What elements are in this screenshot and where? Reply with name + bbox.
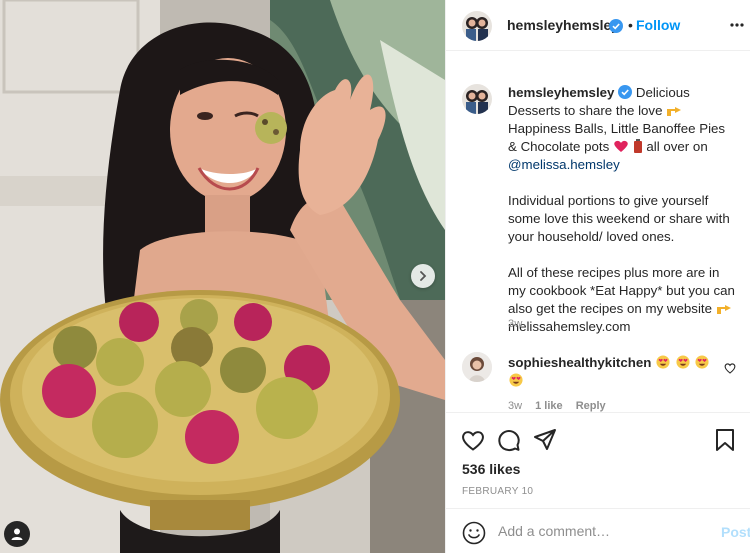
likes-count[interactable]: 536 likes (462, 461, 520, 477)
avatar-image (462, 11, 492, 41)
pointing-hand-icon (667, 107, 682, 116)
comment-username[interactable]: sophieshealthykitchen (508, 355, 651, 370)
instagram-post: hemsleyhemsley • Follow hemsleyhemsley D… (0, 0, 750, 553)
follow-button[interactable]: Follow (636, 17, 680, 33)
post-comment-button[interactable]: Post (721, 524, 750, 540)
caption-paragraph-3: All of these recipes plus more are in my… (508, 264, 736, 336)
comment-meta: 3w 1 like Reply (508, 400, 616, 412)
avatar-image (462, 352, 492, 382)
account-avatar[interactable] (462, 11, 492, 41)
caption-timestamp[interactable]: 3w (508, 318, 522, 330)
post-date[interactable]: FEBRUARY 10 (462, 486, 533, 497)
follow-separator: • (628, 17, 633, 33)
caption-text-c: all over on (646, 139, 708, 154)
share-icon[interactable] (532, 427, 558, 453)
bookmark-icon[interactable] (712, 427, 738, 453)
heart-icon (614, 140, 628, 152)
comments-scroll-area[interactable]: hemsleyhemsley Delicious Desserts to sha… (446, 52, 750, 412)
commenter-avatar[interactable] (462, 352, 492, 382)
heart-icon[interactable] (460, 427, 486, 453)
comment-like-heart-icon[interactable] (724, 362, 736, 374)
next-photo-button[interactable] (411, 264, 435, 288)
more-horizontal-icon[interactable] (729, 17, 745, 33)
comment-timestamp[interactable]: 3w (508, 400, 522, 412)
post-photo[interactable] (0, 0, 445, 553)
account-username[interactable]: hemsleyhemsley (507, 17, 619, 33)
caption-mention-link[interactable]: @melissa.hemsley (508, 157, 620, 172)
post-side-panel: hemsleyhemsley • Follow hemsleyhemsley D… (445, 0, 750, 553)
post-caption: hemsleyhemsley Delicious Desserts to sha… (508, 84, 736, 354)
photo-woman-with-dessert-platter (0, 0, 445, 553)
caption-website: melissahemsley.com (508, 319, 631, 334)
heart-eyes-emoji-icon (676, 355, 690, 369)
heart-eyes-emoji-icon (695, 355, 710, 369)
comment-input[interactable] (498, 520, 708, 542)
reply-button[interactable]: Reply (576, 400, 606, 412)
caption-username[interactable]: hemsleyhemsley (508, 85, 614, 100)
caption-paragraph-1: hemsleyhemsley Delicious Desserts to sha… (508, 84, 736, 174)
chevron-right-icon (420, 271, 427, 281)
add-comment-bar: Post (446, 508, 750, 553)
tagged-users-button[interactable] (4, 521, 30, 547)
comment-icon[interactable] (496, 427, 522, 453)
drink-icon (633, 139, 642, 153)
emoji-picker-icon[interactable] (462, 521, 486, 545)
heart-eyes-emoji-icon (656, 355, 670, 369)
post-header: hemsleyhemsley • Follow (446, 0, 750, 51)
pointing-hand-icon (716, 305, 731, 314)
heart-eyes-emoji-icon (509, 373, 523, 387)
post-actions: 536 likes FEBRUARY 10 (446, 412, 750, 507)
verified-badge-icon (609, 19, 623, 33)
avatar-image (462, 84, 492, 114)
person-icon (11, 528, 23, 540)
caption-avatar[interactable] (462, 84, 492, 114)
verified-badge-icon (618, 85, 633, 99)
caption-paragraph-2: Individual portions to give yourself som… (508, 193, 730, 244)
comment-body: sophieshealthykitchen (508, 354, 718, 390)
comment-likes-count[interactable]: 1 like (535, 400, 563, 412)
caption-text-d: All of these recipes plus more are in my… (508, 265, 735, 316)
